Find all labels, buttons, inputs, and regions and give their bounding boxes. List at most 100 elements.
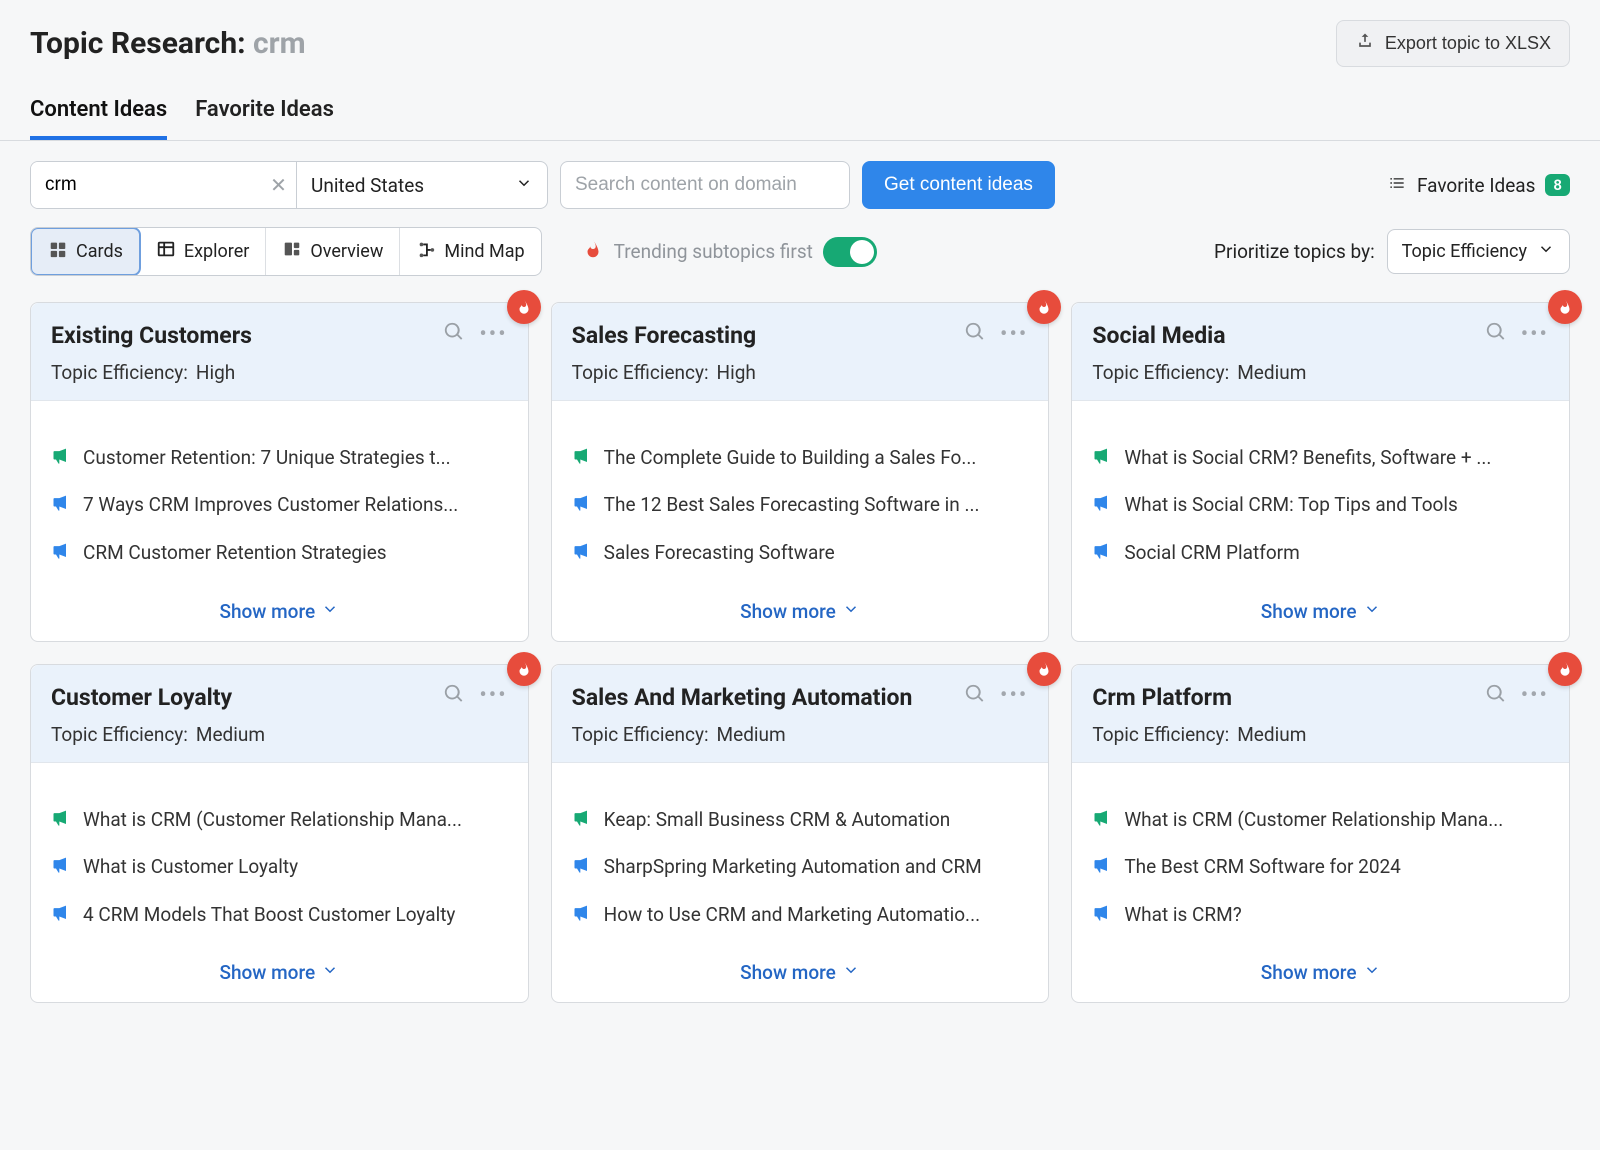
tab-content-ideas[interactable]: Content Ideas: [30, 97, 167, 140]
card-header: Customer Loyalty•••Topic Efficiency:Medi…: [31, 665, 528, 763]
clear-search-icon[interactable]: ✕: [261, 162, 297, 208]
bullhorn-icon: [51, 542, 71, 570]
card-body: Keap: Small Business CRM & Automation Sha…: [552, 763, 1049, 950]
search-icon[interactable]: [443, 683, 465, 710]
view-overview[interactable]: Overview: [266, 228, 400, 275]
show-more-link[interactable]: Show more: [31, 588, 528, 641]
idea-row[interactable]: Sales Forecasting Software: [572, 540, 1029, 570]
bullhorn-icon: [51, 494, 71, 522]
idea-text: What is CRM (Customer Relationship Mana.…: [1124, 807, 1549, 834]
title-prefix: Topic Research:: [30, 26, 253, 61]
idea-row[interactable]: Social CRM Platform: [1092, 540, 1549, 570]
flame-icon: [582, 238, 604, 265]
bullhorn-icon: [572, 809, 592, 837]
topic-card: Sales Forecasting•••Topic Efficiency:Hig…: [551, 302, 1050, 642]
show-more-link[interactable]: Show more: [1072, 588, 1569, 641]
idea-row[interactable]: SharpSpring Marketing Automation and CRM: [572, 854, 1029, 884]
search-icon[interactable]: [1485, 683, 1507, 710]
efficiency-value: Medium: [196, 723, 265, 746]
idea-text: What is Social CRM? Benefits, Software +…: [1124, 445, 1549, 472]
view-explorer[interactable]: Explorer: [140, 228, 267, 275]
show-more-link[interactable]: Show more: [31, 949, 528, 1002]
bullhorn-icon: [1092, 856, 1112, 884]
table-icon: [156, 239, 176, 264]
search-group: ✕ United States: [30, 161, 548, 209]
card-body: What is CRM (Customer Relationship Mana.…: [1072, 763, 1569, 950]
idea-row[interactable]: 4 CRM Models That Boost Customer Loyalty: [51, 902, 508, 932]
idea-text: Customer Retention: 7 Unique Strategies …: [83, 445, 508, 472]
idea-row[interactable]: What is CRM (Customer Relationship Mana.…: [1092, 807, 1549, 837]
idea-row[interactable]: What is CRM?: [1092, 902, 1549, 932]
get-content-ideas-button[interactable]: Get content ideas: [862, 161, 1055, 209]
cards-icon: [48, 239, 68, 264]
bullhorn-icon: [1092, 542, 1112, 570]
domain-search-input[interactable]: [560, 161, 850, 209]
show-more-link[interactable]: Show more: [552, 588, 1049, 641]
idea-text: 4 CRM Models That Boost Customer Loyalty: [83, 902, 508, 929]
favorite-ideas-link[interactable]: Favorite Ideas 8: [1387, 173, 1570, 198]
view-mindmap-label: Mind Map: [444, 241, 524, 262]
tabs: Content Ideas Favorite Ideas: [0, 81, 1600, 141]
card-header: Sales And Marketing Automation•••Topic E…: [552, 665, 1049, 763]
show-more-label: Show more: [740, 961, 836, 984]
idea-row[interactable]: The Best CRM Software for 2024: [1092, 854, 1549, 884]
idea-row[interactable]: Keap: Small Business CRM & Automation: [572, 807, 1029, 837]
trending-flame-badge: [507, 290, 541, 324]
idea-row[interactable]: The Complete Guide to Building a Sales F…: [572, 445, 1029, 475]
show-more-label: Show more: [1261, 961, 1357, 984]
show-more-link[interactable]: Show more: [1072, 949, 1569, 1002]
idea-row[interactable]: Customer Retention: 7 Unique Strategies …: [51, 445, 508, 475]
topic-card: Crm Platform•••Topic Efficiency:MediumWh…: [1071, 664, 1570, 1004]
card-header: Crm Platform•••Topic Efficiency:Medium: [1072, 665, 1569, 763]
chevron-down-icon: [1363, 961, 1381, 984]
idea-row[interactable]: CRM Customer Retention Strategies: [51, 540, 508, 570]
efficiency-label: Topic Efficiency:: [1092, 723, 1229, 746]
prioritize-select[interactable]: Topic Efficiency: [1387, 229, 1570, 274]
search-icon[interactable]: [964, 683, 986, 710]
idea-row[interactable]: What is Customer Loyalty: [51, 854, 508, 884]
card-body: Customer Retention: 7 Unique Strategies …: [31, 401, 528, 588]
chevron-down-icon: [515, 174, 533, 197]
bullhorn-icon: [51, 904, 71, 932]
bullhorn-icon: [1092, 494, 1112, 522]
idea-row[interactable]: What is Social CRM? Benefits, Software +…: [1092, 445, 1549, 475]
country-select[interactable]: United States: [297, 162, 547, 208]
more-menu-icon[interactable]: •••: [1000, 685, 1028, 707]
chevron-down-icon: [321, 961, 339, 984]
idea-text: Social CRM Platform: [1124, 540, 1549, 567]
view-mindmap[interactable]: Mind Map: [400, 228, 540, 275]
show-more-label: Show more: [219, 600, 315, 623]
more-menu-icon[interactable]: •••: [1521, 685, 1549, 707]
search-icon[interactable]: [964, 321, 986, 348]
export-label: Export topic to XLSX: [1385, 33, 1551, 54]
card-actions: •••: [1485, 321, 1549, 348]
efficiency-value: High: [717, 361, 756, 384]
card-title: Sales Forecasting: [572, 321, 954, 351]
export-button[interactable]: Export topic to XLSX: [1336, 20, 1570, 67]
tab-favorite-ideas[interactable]: Favorite Ideas: [195, 97, 334, 140]
bullhorn-icon: [572, 542, 592, 570]
more-menu-icon[interactable]: •••: [479, 685, 507, 707]
idea-row[interactable]: How to Use CRM and Marketing Automatio..…: [572, 902, 1029, 932]
trending-switch[interactable]: [823, 237, 877, 267]
search-icon[interactable]: [443, 321, 465, 348]
card-actions: •••: [443, 321, 507, 348]
bullhorn-icon: [1092, 904, 1112, 932]
idea-text: 7 Ways CRM Improves Customer Relations..…: [83, 492, 508, 519]
more-menu-icon[interactable]: •••: [1521, 324, 1549, 346]
idea-row[interactable]: The 12 Best Sales Forecasting Software i…: [572, 492, 1029, 522]
more-menu-icon[interactable]: •••: [1000, 324, 1028, 346]
topic-card: Existing Customers•••Topic Efficiency:Hi…: [30, 302, 529, 642]
idea-row[interactable]: What is Social CRM: Top Tips and Tools: [1092, 492, 1549, 522]
search-icon[interactable]: [1485, 321, 1507, 348]
card-body: What is Social CRM? Benefits, Software +…: [1072, 401, 1569, 588]
view-cards[interactable]: Cards: [30, 227, 141, 276]
show-more-link[interactable]: Show more: [552, 949, 1049, 1002]
idea-row[interactable]: What is CRM (Customer Relationship Mana.…: [51, 807, 508, 837]
search-input[interactable]: [31, 162, 261, 208]
card-header: Sales Forecasting•••Topic Efficiency:Hig…: [552, 303, 1049, 401]
bullhorn-icon: [51, 447, 71, 475]
idea-row[interactable]: 7 Ways CRM Improves Customer Relations..…: [51, 492, 508, 522]
more-menu-icon[interactable]: •••: [479, 324, 507, 346]
bullhorn-icon: [572, 856, 592, 884]
